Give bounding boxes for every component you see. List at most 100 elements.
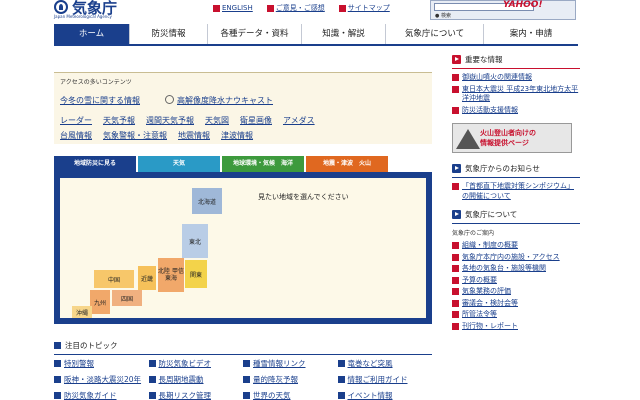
topic-link[interactable]: 種雪情報リンク xyxy=(253,358,306,369)
snow-info-link[interactable]: 今冬の雪に関する情報 xyxy=(60,95,140,106)
bullet-icon xyxy=(452,183,459,190)
topic-item: 竜巻など突風 xyxy=(337,358,433,369)
nav-knowledge[interactable]: 知識・解説 xyxy=(302,24,386,44)
weekly-forecast-link[interactable]: 週間天気予報 xyxy=(146,115,194,126)
tab-region[interactable]: 地域防災に見る xyxy=(54,156,136,172)
jma-emblem-icon xyxy=(54,0,68,14)
search-option-radio[interactable]: ● 検索 xyxy=(435,12,451,19)
notices-list: 「首都直下地震対策シンポジウム」の開催について xyxy=(452,182,580,201)
topic-link[interactable]: 世界の天気 xyxy=(253,390,291,400)
weather-map-link[interactable]: 天気図 xyxy=(205,115,229,126)
volcano-icon xyxy=(456,129,480,149)
bullet-icon xyxy=(148,392,156,399)
tab-earthquake-volcano[interactable]: 地震・津波 火山 xyxy=(306,156,388,172)
list-item: 審議会・検討会等 xyxy=(452,299,580,309)
symposium-link[interactable]: 「首都直下地震対策シンポジウム」の開催について xyxy=(462,182,580,201)
japan-map: 見たい地域を選んでください 北海道 東北 関東 北陸 甲信 東海 近畿 中国 四… xyxy=(60,178,426,318)
about-link[interactable]: 所管法令等 xyxy=(462,310,497,320)
topic-link[interactable]: 量的降灰予報 xyxy=(253,374,298,385)
topic-link[interactable]: イベント情報 xyxy=(348,390,393,400)
region-shikoku[interactable]: 四国 xyxy=(112,290,142,306)
region-chugoku[interactable]: 中国 xyxy=(94,270,134,288)
topic-link[interactable]: 長期リスク管理 xyxy=(159,390,212,400)
bullet-icon xyxy=(148,360,156,367)
list-item: 組織・制度の概要 xyxy=(452,241,580,251)
sitemap-link-label: サイトマップ xyxy=(347,4,390,12)
sitemap-link[interactable]: サイトマップ xyxy=(338,3,390,13)
topic-link[interactable]: 防災気象ビデオ xyxy=(159,358,212,369)
region-tohoku[interactable]: 東北 xyxy=(182,224,208,258)
list-item: 御嶽山噴火の関連情報 xyxy=(452,73,580,83)
list-item: 東日本大震災 平成23年東北地方太平洋沖地震 xyxy=(452,85,580,104)
bullet-icon xyxy=(213,4,220,12)
feedback-link-label: ご意見・ご感想 xyxy=(275,4,325,12)
site-logo[interactable]: 気象庁 Japan Meteorological Agency xyxy=(54,0,126,20)
nowcast-link[interactable]: 高解像度降水ナウキャスト xyxy=(177,96,273,105)
topic-link[interactable]: 竜巻など突風 xyxy=(348,358,393,369)
radar-icon xyxy=(165,95,174,104)
popular-row-3: 台風情報 気象警報・注意報 地震情報 津波情報 xyxy=(60,130,253,141)
volcano-climber-banner[interactable]: 火山登山者向けの 情報提供ページ xyxy=(452,123,572,153)
bullet-icon xyxy=(266,4,274,12)
region-kinki[interactable]: 近畿 xyxy=(138,266,156,290)
utility-links: ENGLISH ご意見・ご感想 サイトマップ xyxy=(213,3,390,13)
about-link[interactable]: 審議会・検討会等 xyxy=(462,299,518,309)
nav-about[interactable]: 気象庁について xyxy=(386,24,484,44)
forecast-link[interactable]: 天気予報 xyxy=(103,115,135,126)
amedas-link[interactable]: アメダス xyxy=(283,115,315,126)
featured-topics: 注目のトピック 特別警報 防災気象ビデオ 種雪情報リンク 竜巻など突風 阪神・淡… xyxy=(54,340,434,400)
search-box: YAHOO! ● 検索 xyxy=(430,0,576,20)
typhoon-link[interactable]: 台風情報 xyxy=(60,130,92,141)
topic-item: 種雪情報リンク xyxy=(243,358,338,369)
region-kanto[interactable]: 関東 xyxy=(185,260,207,288)
region-tabs: 地域防災に見る 天気 地球環境・気候 海洋 地震・津波 火山 xyxy=(54,156,434,172)
bullet-icon xyxy=(337,392,345,399)
nav-disaster-info[interactable]: 防災情報 xyxy=(130,24,208,44)
region-hokkaido[interactable]: 北海道 xyxy=(192,188,222,214)
about-link[interactable]: 予算の概要 xyxy=(462,276,497,286)
bullet-icon xyxy=(243,376,250,383)
region-kyushu[interactable]: 九州 xyxy=(90,290,110,314)
disaster-support-link[interactable]: 防災活動支援情報 xyxy=(462,106,518,116)
english-link[interactable]: ENGLISH xyxy=(213,3,253,13)
tsunami-link[interactable]: 津波情報 xyxy=(221,130,253,141)
feedback-link[interactable]: ご意見・ご感想 xyxy=(266,3,325,13)
topic-link[interactable]: 防災気象ガイド xyxy=(64,390,117,400)
satellite-link[interactable]: 衛星画像 xyxy=(240,115,272,126)
list-item: 気象業務の評価 xyxy=(452,287,580,297)
topic-link[interactable]: 阪神・淡路大震災20年 xyxy=(64,374,141,385)
arrow-icon xyxy=(452,210,461,219)
topic-link[interactable]: 長周期地震動 xyxy=(159,374,204,385)
tab-weather[interactable]: 天気 xyxy=(138,156,220,172)
topic-item: 情報ご利用ガイド xyxy=(337,374,433,385)
about-link[interactable]: 組織・制度の概要 xyxy=(462,241,518,251)
warnings-link[interactable]: 気象警報・注意報 xyxy=(103,130,167,141)
topic-link[interactable]: 情報ご利用ガイド xyxy=(348,374,408,385)
bullet-icon xyxy=(452,299,459,307)
about-link[interactable]: 刊行物・レポート xyxy=(462,322,518,332)
topic-link[interactable]: 特別警報 xyxy=(64,358,94,369)
about-link[interactable]: 気象業務の評価 xyxy=(462,287,511,297)
about-link[interactable]: 気象庁本庁内の施設・アクセス xyxy=(462,253,560,263)
featured-topics-title: 注目のトピック xyxy=(65,341,118,350)
bullet-icon xyxy=(54,360,61,367)
banner-line-1: 火山登山者向けの xyxy=(480,129,536,137)
about-link[interactable]: 各地の気象台・施設等機関 xyxy=(462,264,546,274)
earthquake-link[interactable]: 地震情報 xyxy=(178,130,210,141)
bullet-icon xyxy=(54,376,61,383)
bullet-icon xyxy=(148,376,156,383)
tab-climate[interactable]: 地球環境・気候 海洋 xyxy=(222,156,304,172)
great-east-japan-earthquake-link[interactable]: 東日本大震災 平成23年東北地方太平洋沖地震 xyxy=(462,85,580,104)
bullet-icon xyxy=(243,360,250,367)
nowcast-link-wrap: 高解像度降水ナウキャスト xyxy=(165,95,273,106)
radar-link[interactable]: レーダー xyxy=(60,115,92,126)
bullet-icon xyxy=(54,342,61,349)
nav-home[interactable]: ホーム xyxy=(54,24,130,44)
popular-row-2: レーダー 天気予報 週間天気予報 天気図 衛星画像 アメダス xyxy=(60,115,315,126)
nav-data[interactable]: 各種データ・資料 xyxy=(208,24,302,44)
region-chubu[interactable]: 北陸 甲信 東海 xyxy=(158,258,184,292)
logo-subtitle: Japan Meteorological Agency xyxy=(54,14,112,19)
nav-guide[interactable]: 案内・申請 xyxy=(484,24,578,44)
ontake-link[interactable]: 御嶽山噴火の関連情報 xyxy=(462,73,532,83)
region-okinawa[interactable]: 沖縄 xyxy=(72,306,92,318)
